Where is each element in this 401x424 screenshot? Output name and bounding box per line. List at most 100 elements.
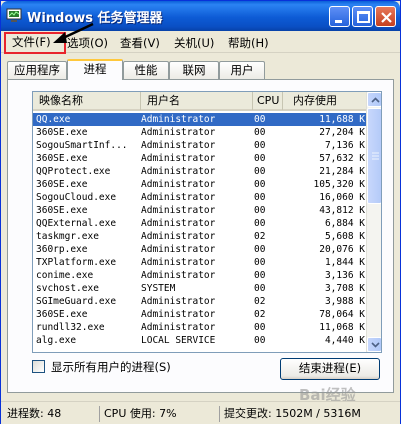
process-image-name: taskmgr.exe <box>36 231 99 242</box>
table-row[interactable]: taskmgr.exe Administrator 02 5,608 K <box>33 230 368 243</box>
process-user-name: LOCAL SERVICE <box>141 335 216 346</box>
end-process-button[interactable]: 结束进程(E) <box>280 358 380 380</box>
process-image-name: 360SE.exe <box>36 179 88 190</box>
menu-file[interactable]: 文件(F) <box>4 32 66 54</box>
process-cpu: 00 <box>254 322 266 333</box>
task-manager-icon <box>6 8 22 22</box>
processes-panel: 映像名称 用户名 CPU 内存使用 QQ.exe Administrator 00 1… <box>7 79 394 393</box>
table-row[interactable]: SogouSmartInf... Administrator 00 7,136 K <box>33 139 368 152</box>
menu-view[interactable]: 查看(V) <box>120 34 160 52</box>
table-row[interactable]: QQProtect.exe Administrator 00 21,284 K <box>33 165 368 178</box>
tab-performance[interactable]: 性能 <box>123 61 169 79</box>
process-cpu: 00 <box>254 257 266 268</box>
process-cpu: 00 <box>254 127 266 138</box>
menu-shutdown[interactable]: 关机(U) <box>174 34 214 52</box>
scroll-down-button[interactable] <box>367 337 381 352</box>
table-row[interactable]: SGImeGuard.exe Administrator 02 3,988 K <box>33 295 368 308</box>
process-image-name: QQProtect.exe <box>36 166 111 177</box>
process-user-name: Administrator <box>141 296 216 307</box>
process-image-name: alg.exe <box>36 335 77 346</box>
minimize-button[interactable] <box>329 6 350 27</box>
grip-icon <box>372 152 379 160</box>
table-row[interactable]: TXPlatform.exe Administrator 00 1,844 K <box>33 256 368 269</box>
process-image-name: QQ.exe <box>36 114 71 125</box>
vertical-scrollbar[interactable] <box>366 92 381 352</box>
process-image-name: svchost.exe <box>36 283 99 294</box>
process-image-name: 360SE.exe <box>36 153 88 164</box>
menu-help[interactable]: 帮助(H) <box>228 34 269 52</box>
menu-options[interactable]: 选项(O) <box>67 34 108 52</box>
table-row[interactable]: 360SE.exe Administrator 00 43,812 K <box>33 204 368 217</box>
tab-processes[interactable]: 进程 <box>67 59 123 80</box>
process-cpu: 00 <box>254 335 266 346</box>
close-button[interactable] <box>375 6 396 27</box>
status-cpu-usage: CPU 使用: 7% <box>99 406 217 422</box>
process-memory: 21,284 K <box>319 166 365 177</box>
process-user-name: Administrator <box>141 205 216 216</box>
column-cpu[interactable]: CPU <box>253 92 283 110</box>
column-image-name[interactable]: 映像名称 <box>33 92 141 110</box>
process-memory: 3,136 K <box>324 270 365 281</box>
process-memory: 11,068 K <box>319 322 365 333</box>
process-cpu: 00 <box>254 205 266 216</box>
menu-bar: 文件(F) 选项(O) 查看(V) 关机(U) 帮助(H) <box>1 31 400 54</box>
maximize-button[interactable] <box>352 6 373 27</box>
process-user-name: Administrator <box>141 179 216 190</box>
process-user-name: Administrator <box>141 322 216 333</box>
process-image-name: QQExternal.exe <box>36 218 117 229</box>
table-row[interactable]: QQ.exe Administrator 00 11,688 K <box>33 113 368 126</box>
scroll-thumb[interactable] <box>367 108 381 204</box>
chevron-down-icon <box>371 342 380 348</box>
list-header: 映像名称 用户名 CPU 内存使用 <box>33 92 368 111</box>
table-row[interactable]: 360SE.exe Administrator 00 27,204 K <box>33 126 368 139</box>
title-bar[interactable]: Windows 任务管理器 <box>1 1 400 31</box>
process-image-name: SogouCloud.exe <box>36 192 117 203</box>
list-rows: QQ.exe Administrator 00 11,688 K 360SE.exe Ad… <box>33 113 368 347</box>
process-list[interactable]: 映像名称 用户名 CPU 内存使用 QQ.exe Administrator 00 1… <box>32 91 382 353</box>
table-row[interactable]: 360rp.exe Administrator 00 20,076 K <box>33 243 368 256</box>
process-image-name: SGImeGuard.exe <box>36 296 117 307</box>
process-user-name: Administrator <box>141 140 216 151</box>
process-user-name: Administrator <box>141 218 216 229</box>
table-row[interactable]: svchost.exe SYSTEM 00 3,708 K <box>33 282 368 295</box>
show-all-users-checkbox[interactable] <box>32 360 45 373</box>
tab-applications[interactable]: 应用程序 <box>7 61 67 79</box>
table-row[interactable]: 360SE.exe Administrator 00 105,320 K <box>33 178 368 191</box>
process-user-name: Administrator <box>141 153 216 164</box>
process-cpu: 00 <box>254 114 266 125</box>
process-cpu: 00 <box>254 270 266 281</box>
chevron-up-icon <box>371 97 380 103</box>
process-memory: 78,064 K <box>319 309 365 320</box>
process-user-name: Administrator <box>141 257 216 268</box>
process-cpu: 00 <box>254 192 266 203</box>
process-memory: 5,608 K <box>324 231 365 242</box>
process-cpu: 02 <box>254 231 266 242</box>
process-memory: 43,812 K <box>319 205 365 216</box>
table-row[interactable]: alg.exe LOCAL SERVICE 00 4,440 K <box>33 334 368 347</box>
process-image-name: 360SE.exe <box>36 309 88 320</box>
process-user-name: Administrator <box>141 309 216 320</box>
column-memory[interactable]: 内存使用 <box>283 92 368 110</box>
task-manager-window: Windows 任务管理器 文件(F) 选项(O) 查看(V) 关机(U) 帮助… <box>0 0 401 424</box>
process-user-name: SYSTEM <box>141 283 176 294</box>
table-row[interactable]: SogouCloud.exe Administrator 00 16,060 K <box>33 191 368 204</box>
status-bar: 进程数: 48 CPU 使用: 7% 提交更改: 1502M / 5316M <box>1 401 400 424</box>
process-user-name: Administrator <box>141 270 216 281</box>
table-row[interactable]: rundll32.exe Administrator 00 11,068 K <box>33 321 368 334</box>
table-row[interactable]: QQExternal.exe Administrator 00 6,884 K <box>33 217 368 230</box>
scroll-up-button[interactable] <box>367 92 381 107</box>
process-memory: 27,204 K <box>319 127 365 138</box>
process-memory: 105,320 K <box>313 179 365 190</box>
process-user-name: Administrator <box>141 231 216 242</box>
tab-users[interactable]: 用户 <box>219 61 265 79</box>
process-user-name: Administrator <box>141 114 216 125</box>
process-memory: 16,060 K <box>319 192 365 203</box>
process-user-name: Administrator <box>141 166 216 177</box>
process-user-name: Administrator <box>141 244 216 255</box>
table-row[interactable]: 360SE.exe Administrator 02 78,064 K <box>33 308 368 321</box>
table-row[interactable]: conime.exe Administrator 00 3,136 K <box>33 269 368 282</box>
table-row[interactable]: 360SE.exe Administrator 00 57,632 K <box>33 152 368 165</box>
column-user-name[interactable]: 用户名 <box>141 92 253 110</box>
tab-networking[interactable]: 联网 <box>169 61 219 79</box>
show-all-users-label[interactable]: 显示所有用户的进程(S) <box>51 360 171 374</box>
